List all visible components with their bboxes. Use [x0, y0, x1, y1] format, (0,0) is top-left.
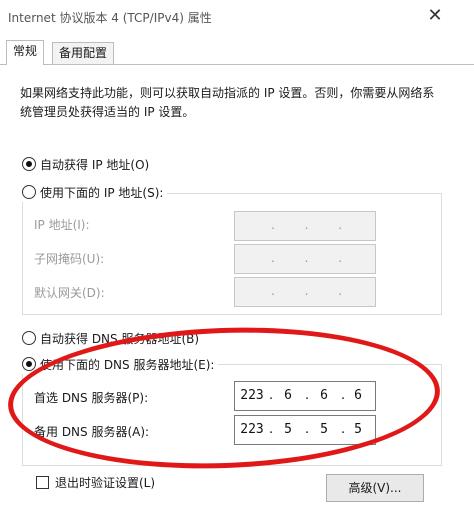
alternate-dns-octet-1: 223 [240, 422, 264, 437]
preferred-dns-octet-1: 223 [240, 388, 264, 403]
alternate-dns-octet-4: 5 [354, 422, 362, 437]
default-gateway-input[interactable]: . . . [234, 277, 376, 307]
preferred-dns-octet-3: 6 [320, 388, 328, 403]
tab-divider [0, 64, 474, 65]
alternate-dns-input[interactable]: 223 . 5 . 5 . 5 [234, 415, 376, 445]
validate-checkbox-label: 退出时验证设置(L) [55, 476, 156, 490]
radio-auto-ip-icon [22, 157, 36, 171]
window-title: Internet 协议版本 4 (TCP/IPv4) 属性 [8, 11, 212, 25]
preferred-dns-octet-4: 6 [354, 388, 362, 403]
radio-auto-dns-icon [22, 331, 36, 345]
preferred-dns-label: 首选 DNS 服务器(P): [34, 391, 149, 405]
radio-auto-dns[interactable]: 自动获得 DNS 服务器地址(B) [22, 330, 199, 348]
subnet-mask-placeholder: . . . [271, 251, 343, 265]
close-icon[interactable]: ✕ [424, 4, 446, 28]
ip-address-input[interactable]: . . . [234, 211, 376, 241]
title-bar: Internet 协议版本 4 (TCP/IPv4) 属性 ✕ [0, 0, 474, 34]
tab-alternate-config[interactable]: 备用配置 [52, 42, 115, 64]
tab-strip: 常规 备用配置 [0, 40, 474, 65]
advanced-button[interactable]: 高级(V)... [326, 474, 424, 502]
radio-auto-dns-label: 自动获得 DNS 服务器地址(B) [40, 332, 200, 346]
alternate-dns-label: 备用 DNS 服务器(A): [34, 425, 150, 439]
radio-manual-ip-icon [22, 185, 36, 199]
validate-checkbox-box [36, 476, 49, 489]
validate-checkbox[interactable]: 退出时验证设置(L) [36, 474, 155, 492]
radio-manual-dns-label: 使用下面的 DNS 服务器地址(E): [40, 358, 215, 372]
preferred-dns-input[interactable]: 223 . 6 . 6 . 6 [234, 381, 376, 411]
radio-manual-dns[interactable]: 使用下面的 DNS 服务器地址(E): [22, 356, 219, 374]
radio-manual-dns-icon [22, 357, 36, 371]
radio-auto-ip[interactable]: 自动获得 IP 地址(O) [22, 156, 149, 174]
tab-general[interactable]: 常规 [6, 40, 45, 65]
description-text: 如果网络支持此功能，则可以获取自动指派的 IP 设置。否则，你需要从网络系统管理… [20, 86, 435, 119]
manual-dns-group [22, 364, 442, 466]
alternate-dns-octet-3: 5 [320, 422, 328, 437]
radio-manual-ip[interactable]: 使用下面的 IP 地址(S): [22, 184, 168, 202]
default-gateway-label: 默认网关(D): [34, 286, 105, 300]
default-gateway-placeholder: . . . [271, 284, 343, 298]
radio-manual-ip-label: 使用下面的 IP 地址(S): [40, 186, 164, 200]
alternate-dns-octet-2: 5 [284, 422, 292, 437]
preferred-dns-octet-2: 6 [284, 388, 292, 403]
subnet-mask-input[interactable]: . . . [234, 244, 376, 274]
ip-address-placeholder: . . . [271, 218, 343, 232]
ip-address-label: IP 地址(I): [34, 218, 90, 232]
subnet-mask-label: 子网掩码(U): [34, 252, 105, 266]
radio-auto-ip-label: 自动获得 IP 地址(O) [40, 158, 150, 172]
